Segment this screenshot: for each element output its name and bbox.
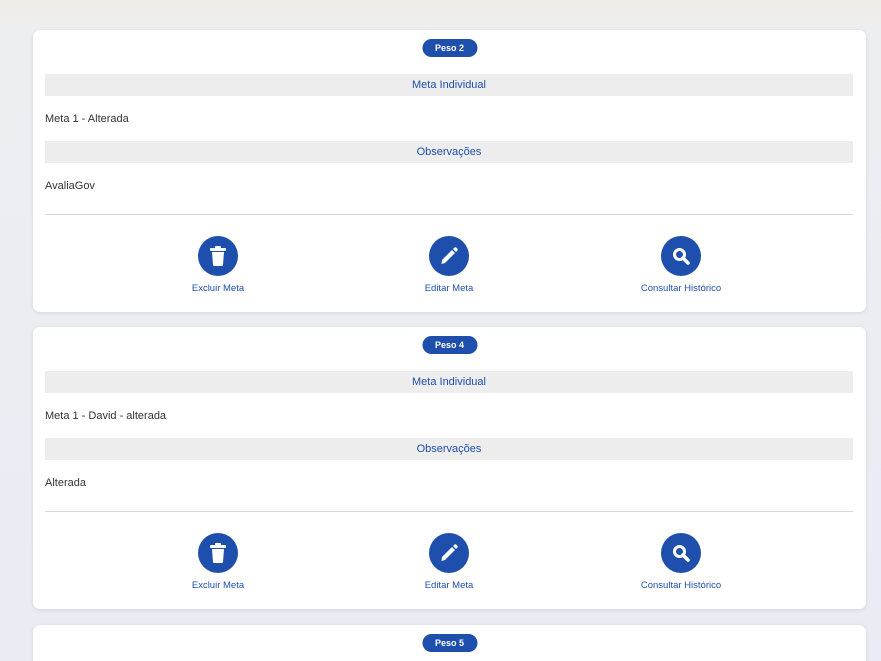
search-icon[interactable] <box>661 236 701 276</box>
goal-card: Peso 4 Meta Individual Meta 1 - David - … <box>33 327 866 609</box>
search-icon[interactable] <box>661 533 701 573</box>
edit-goal-label[interactable]: Editar Meta <box>379 580 519 591</box>
history-goal-button[interactable]: Consultar Histórico <box>611 533 751 591</box>
delete-goal-label[interactable]: Excluir Meta <box>148 283 288 294</box>
goal-actions: Excluir Meta Editar Meta Consultar Histó… <box>33 30 866 312</box>
edit-goal-button[interactable]: Editar Meta <box>379 533 519 591</box>
history-goal-button[interactable]: Consultar Histórico <box>611 236 751 294</box>
pencil-icon[interactable] <box>429 236 469 276</box>
weight-badge: Peso 5 <box>421 634 478 652</box>
edit-goal-label[interactable]: Editar Meta <box>379 283 519 294</box>
delete-goal-label[interactable]: Excluir Meta <box>148 580 288 591</box>
history-goal-label[interactable]: Consultar Histórico <box>611 283 751 294</box>
goal-card: Peso 5 <box>33 625 866 661</box>
trash-icon[interactable] <box>198 533 238 573</box>
delete-goal-button[interactable]: Excluir Meta <box>148 236 288 294</box>
trash-icon[interactable] <box>198 236 238 276</box>
pencil-icon[interactable] <box>429 533 469 573</box>
edit-goal-button[interactable]: Editar Meta <box>379 236 519 294</box>
goal-actions: Excluir Meta Editar Meta Consultar Histó… <box>33 327 866 609</box>
delete-goal-button[interactable]: Excluir Meta <box>148 533 288 591</box>
history-goal-label[interactable]: Consultar Histórico <box>611 580 751 591</box>
goal-card: Peso 2 Meta Individual Meta 1 - Alterada… <box>33 30 866 312</box>
